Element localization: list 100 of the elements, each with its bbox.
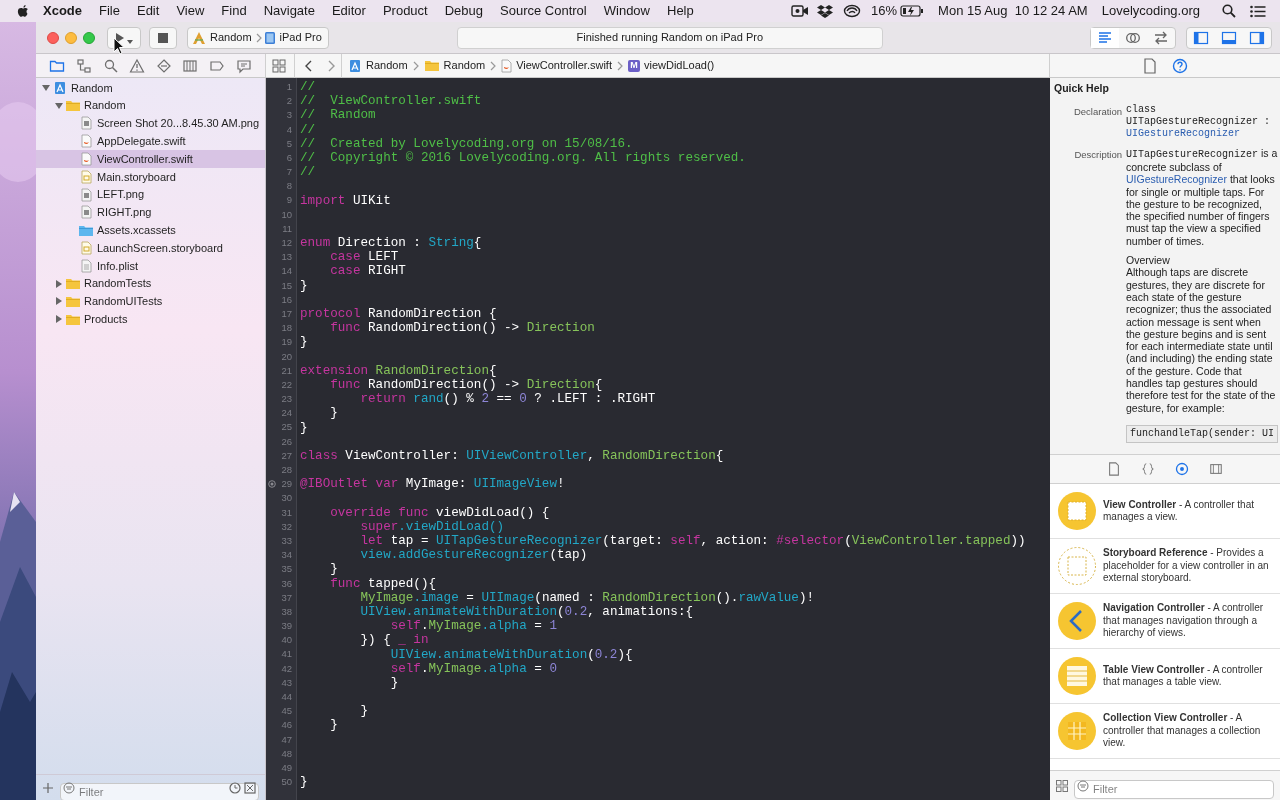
line-number: 45	[281, 704, 292, 719]
link[interactable]: UIGestureRecognizer	[1126, 128, 1241, 140]
disclosure-triangle-icon[interactable]	[42, 83, 50, 92]
code-line: case RIGHT	[329, 264, 406, 279]
menu-item[interactable]: Source Control	[500, 1, 587, 21]
tree-item[interactable]: Assets.xcassets	[36, 221, 265, 240]
speech-bubble-icon[interactable]	[235, 57, 252, 74]
library-item-text: Table View Controller - A controller that manages a table view.	[1103, 663, 1264, 689]
menu-item[interactable]: File	[99, 1, 120, 21]
line-number: 18	[281, 321, 292, 336]
menu-item[interactable]: Help	[667, 1, 694, 21]
menu-item[interactable]: Debug	[444, 1, 484, 21]
code-line: enum Direction : String{	[299, 236, 482, 251]
declaration-text: class UITapGestureRecognizer : UIGestureRecognizer	[1126, 103, 1272, 141]
code-line: super.viewDidLoad()	[359, 519, 505, 534]
disclosure-triangle-icon[interactable]	[55, 297, 63, 306]
hierarchy-icon[interactable]	[75, 57, 92, 74]
link[interactable]: UIGestureRecognizer	[1126, 173, 1227, 186]
stop-button[interactable]	[149, 26, 177, 49]
code-line: }	[359, 704, 369, 719]
folder-icon	[423, 59, 440, 72]
disclosure-triangle-icon[interactable]	[55, 101, 63, 110]
menu-item[interactable]: Editor	[331, 1, 366, 21]
media-icon[interactable]	[1209, 462, 1223, 476]
editor-mode-segmented-control[interactable]	[1090, 26, 1176, 49]
video-camera-icon[interactable]	[791, 4, 810, 18]
line-number: 38	[281, 604, 292, 619]
line-number: 16	[281, 292, 292, 307]
help-icon[interactable]	[1172, 57, 1188, 74]
diamond-icon[interactable]	[155, 57, 172, 74]
braces-icon[interactable]	[1141, 462, 1155, 476]
tablet-icon	[263, 30, 276, 45]
breadcrumb[interactable]: M viewDidLoad()	[625, 57, 717, 74]
tree-item[interactable]: AppDelegate.swift	[36, 132, 265, 151]
box-logo-icon[interactable]	[817, 4, 834, 18]
line-number: 37	[281, 590, 292, 605]
breadcrumb[interactable]: Random	[346, 57, 410, 74]
tree-item[interactable]: Random	[36, 79, 265, 97]
add-icon[interactable]	[42, 781, 54, 794]
line-number: 13	[281, 250, 292, 265]
code-line: view.addGestureRecognizer(tap)	[359, 548, 588, 563]
breadcrumb[interactable]: Random	[421, 57, 488, 74]
grid-icon[interactable]	[1056, 779, 1068, 792]
filter-field[interactable]: Filter	[60, 782, 259, 800]
menu-list-icon[interactable]	[1250, 4, 1266, 18]
editor-mode-button[interactable]	[1091, 27, 1119, 48]
target-icon[interactable]	[1175, 462, 1189, 476]
code-line: UIView.animateWithDuration(0.2){	[389, 647, 633, 662]
filter-field[interactable]: Filter	[1074, 779, 1274, 799]
breadcrumb[interactable]: ViewController.swift	[499, 57, 614, 74]
menu-item[interactable]: Find	[221, 1, 247, 21]
grid-icon[interactable]	[272, 58, 286, 73]
destination-button[interactable]: iPad Pro	[263, 29, 328, 46]
tree-item[interactable]: Random	[36, 96, 265, 115]
tree-item[interactable]: ViewController.swift	[36, 150, 265, 168]
code-line: extension RandomDirection{	[299, 363, 497, 378]
project-icon	[53, 80, 67, 95]
stop-icon	[158, 32, 168, 43]
plist-file-icon	[80, 258, 92, 273]
code-line: override func viewDidLoad() {	[329, 505, 550, 520]
search-icon[interactable]	[1222, 4, 1236, 18]
menu-item[interactable]: Edit	[136, 1, 160, 21]
tree-item[interactable]: RIGHT.png	[36, 203, 265, 222]
right-panel-icon	[1249, 29, 1265, 46]
apple-icon[interactable]	[16, 3, 31, 19]
folder-icon	[65, 294, 81, 308]
back-icon[interactable]	[305, 59, 313, 72]
tree-item[interactable]: Products	[36, 310, 265, 329]
user-name[interactable]: Lovelycoding.org	[1101, 1, 1200, 21]
tree-item[interactable]: Main.storyboard	[36, 168, 265, 186]
tree-item[interactable]: Screen Shot 20...8.45.30 AM.png	[36, 114, 265, 133]
list-icon[interactable]	[182, 57, 199, 74]
line-number: 31	[281, 505, 292, 520]
menu-item[interactable]: View	[176, 1, 205, 21]
clock-icon[interactable]	[229, 781, 241, 794]
battery-icon[interactable]	[900, 5, 925, 17]
swirl-icon[interactable]	[843, 4, 862, 18]
zoom-button[interactable]	[83, 31, 95, 44]
grid-square-icon[interactable]	[244, 781, 256, 794]
scheme-button[interactable]: Random	[188, 29, 254, 46]
menu-item[interactable]: Window	[603, 1, 650, 21]
menu-item[interactable]: Navigate	[263, 1, 315, 21]
warning-icon[interactable]	[129, 57, 146, 74]
panel-segmented-control[interactable]	[1186, 26, 1272, 49]
forward-icon[interactable]	[327, 59, 335, 72]
code-line: }	[299, 335, 308, 350]
disclosure-triangle-icon[interactable]	[55, 315, 63, 324]
file-icon[interactable]	[1142, 57, 1158, 74]
tree-item[interactable]: Info.plist	[36, 256, 265, 275]
tree-item[interactable]: RandomUITests	[36, 292, 265, 311]
tree-item[interactable]: RandomTests	[36, 274, 265, 293]
menu-item[interactable]: Product	[382, 1, 428, 21]
close-button[interactable]	[47, 31, 59, 44]
app-menu[interactable]: Xcode	[43, 1, 82, 21]
disclosure-triangle-icon[interactable]	[55, 279, 63, 288]
tree-item[interactable]: LEFT.png	[36, 185, 265, 204]
code-line: MyImage.image = UIImage(named : RandomDirection().rawValue)!	[359, 590, 814, 605]
file-icon[interactable]	[1107, 462, 1121, 476]
tree-item[interactable]: LaunchScreen.storyboard	[36, 239, 265, 257]
clock[interactable]: Mon 15 Aug 10 12 24 AM	[938, 1, 1088, 21]
